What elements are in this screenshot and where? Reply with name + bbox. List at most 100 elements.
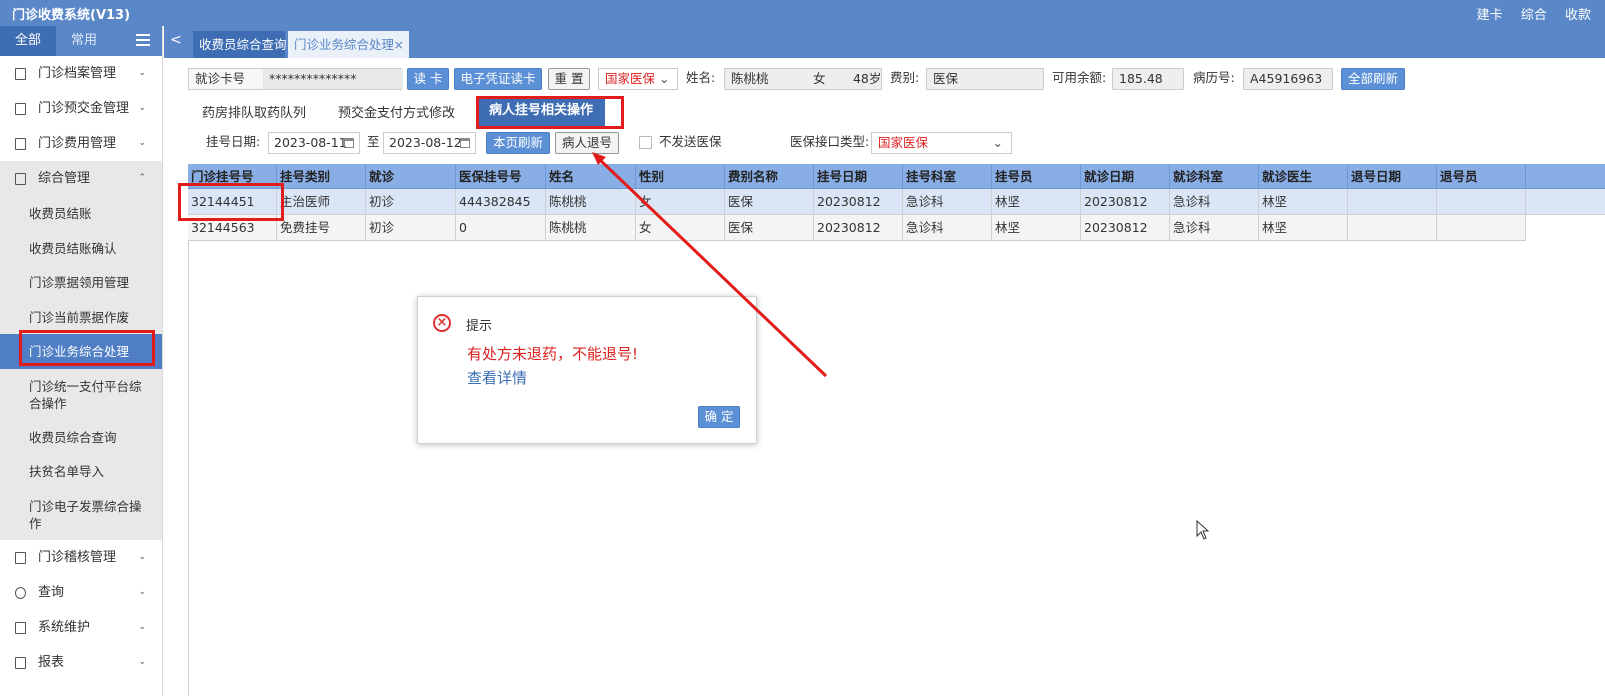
name-value: 陈桃桃: [731, 71, 769, 86]
tab-business-process[interactable]: 门诊业务综合处理 ×: [288, 31, 409, 58]
date-to-separator: 至: [367, 134, 380, 149]
sidebar-item-poverty-import[interactable]: 扶贫名单导入: [0, 454, 162, 489]
header-filler: [1526, 164, 1605, 188]
sidebar-group-fees[interactable]: 门诊费用管理 ⌄: [0, 126, 162, 161]
subtab-pharmacy-queue[interactable]: 药房排队取药队列: [202, 102, 306, 121]
sidebar-group-audit[interactable]: 门诊稽核管理 ⌄: [0, 540, 162, 575]
chevron-down-icon: ⌄: [138, 68, 146, 78]
sidebar-group-prepay[interactable]: 门诊预交金管理 ⌄: [0, 91, 162, 126]
document-icon: [15, 173, 26, 185]
sidebar-group-label: 报表: [38, 654, 65, 670]
header-registrar[interactable]: 挂号员: [992, 164, 1081, 188]
card-number-field[interactable]: 就诊卡号 **************: [188, 68, 403, 90]
sidebar-group-label: 综合管理: [38, 171, 91, 186]
ok-button[interactable]: 确 定: [698, 406, 740, 428]
date-from-input[interactable]: 2023-08-11: [268, 132, 360, 154]
cell-doctor: 林坚: [1259, 189, 1348, 214]
sidebar-item-settle-confirm[interactable]: 收费员结账确认: [0, 231, 162, 266]
interface-type-value: 国家医保: [878, 135, 929, 150]
tab-back-icon[interactable]: <: [170, 32, 182, 48]
reset-button[interactable]: 重 置: [548, 68, 590, 90]
error-circle-icon: ×: [433, 314, 451, 332]
cell-refund-date: [1348, 189, 1437, 214]
cell-gender: 女: [636, 189, 725, 214]
age-value: 48岁: [852, 71, 882, 86]
cell-reg-date: 20230812: [814, 189, 903, 214]
sidebar-group-maintenance[interactable]: 系统维护 ⌄: [0, 610, 162, 645]
sidebar-item-receipt-void[interactable]: 门诊当前票据作废: [0, 300, 162, 335]
cell-visit: 初诊: [366, 215, 456, 240]
sidebar-item-payment-platform[interactable]: 门诊统一支付平台综合操作: [0, 369, 162, 420]
sidebar-group-archive[interactable]: 门诊档案管理 ⌄: [0, 56, 162, 91]
alert-dialog: × 提示 有处方未退药，不能退号! 查看详情 确 定: [417, 296, 757, 444]
sidebar-group-reports[interactable]: 报表 ⌄: [0, 645, 162, 680]
cell-fee-name: 医保: [725, 215, 814, 240]
sidebar-tab-all[interactable]: 全部: [0, 26, 56, 56]
app-title: 门诊收费系统(V13): [12, 8, 131, 23]
tab-cashier-query[interactable]: 收费员综合查询: [193, 31, 287, 58]
sidebar-group-label: 系统维护: [38, 619, 91, 635]
date-label: 挂号日期:: [206, 134, 261, 149]
header-visit-dept[interactable]: 就诊科室: [1170, 164, 1259, 188]
gender-value: 女: [812, 71, 826, 86]
subtab-prepay-method[interactable]: 预交金支付方式修改: [338, 102, 455, 121]
header-visit-date[interactable]: 就诊日期: [1081, 164, 1170, 188]
top-link-overview[interactable]: 综合: [1521, 4, 1547, 23]
table-row[interactable]: 32144451 主治医师 初诊 444382845 陈桃桃 女 医保 2023…: [188, 189, 1605, 215]
file-icon: [15, 68, 26, 80]
sidebar-item-e-invoice[interactable]: 门诊电子发票综合操作: [0, 489, 162, 540]
record-label: 病历号:: [1193, 70, 1235, 85]
header-reg-number[interactable]: 门诊挂号号: [188, 164, 277, 188]
subtab-registration-ops[interactable]: 病人挂号相关操作: [477, 96, 605, 126]
menu-toggle-icon[interactable]: [136, 34, 150, 46]
e-card-button[interactable]: 电子凭证读卡: [454, 68, 542, 90]
cell-registrar: 林坚: [992, 189, 1081, 214]
no-send-insurance-label: 不发送医保: [659, 134, 722, 149]
cell-name: 陈桃桃: [546, 189, 636, 214]
top-link-create-card[interactable]: 建卡: [1477, 4, 1503, 23]
header-reg-type[interactable]: 挂号类别: [277, 164, 366, 188]
table-row[interactable]: 32144563 免费挂号 初诊 0 陈桃桃 女 医保 20230812 急诊科…: [188, 215, 1526, 241]
cell-visit-date: 20230812: [1081, 189, 1170, 214]
no-send-insurance-checkbox[interactable]: [639, 136, 652, 149]
header-name[interactable]: 姓名: [546, 164, 636, 188]
sidebar-group-general[interactable]: 综合管理 ⌃: [0, 161, 162, 196]
header-refund-date[interactable]: 退号日期: [1348, 164, 1437, 188]
refresh-all-button[interactable]: 全部刷新: [1341, 68, 1405, 90]
header-insurance-reg-number[interactable]: 医保挂号号: [456, 164, 546, 188]
sidebar-group-label: 门诊费用管理: [38, 136, 117, 151]
insurance-select[interactable]: 国家医保 ⌄: [598, 68, 678, 90]
sidebar-item-receipt-manage[interactable]: 门诊票据领用管理: [0, 265, 162, 300]
sidebar-item-cashier-query[interactable]: 收费员综合查询: [0, 420, 162, 455]
calendar-icon[interactable]: [460, 138, 470, 148]
header-reg-dept[interactable]: 挂号科室: [903, 164, 992, 188]
header-fee-name[interactable]: 费别名称: [725, 164, 814, 188]
tab-bar: < 收费员综合查询 门诊业务综合处理 ×: [164, 26, 1605, 58]
header-visit[interactable]: 就诊: [366, 164, 456, 188]
read-card-button[interactable]: 读 卡: [407, 68, 449, 90]
header-reg-date[interactable]: 挂号日期: [814, 164, 903, 188]
dialog-message: 有处方未退药，不能退号!: [467, 345, 639, 363]
close-icon[interactable]: ×: [394, 31, 404, 58]
cell-visit-dept: 急诊科: [1170, 215, 1259, 240]
header-gender[interactable]: 性别: [636, 164, 725, 188]
interface-type-select[interactable]: 国家医保 ⌄: [871, 132, 1012, 154]
chevron-up-icon: ⌃: [138, 173, 146, 183]
name-label: 姓名:: [686, 70, 716, 85]
sidebar-group-label: 门诊稽核管理: [38, 549, 117, 565]
sidebar-item-cashier-settle[interactable]: 收费员结账: [0, 196, 162, 231]
cell-reg-dept: 急诊科: [903, 215, 992, 240]
chevron-down-icon: ⌄: [138, 551, 146, 562]
refresh-page-button[interactable]: 本页刷新: [486, 132, 550, 154]
sidebar-group-query[interactable]: 查询 ⌄: [0, 575, 162, 610]
top-link-payment[interactable]: 收款: [1565, 4, 1591, 23]
top-links: 建卡 综合 收款: [1477, 4, 1605, 23]
calendar-icon[interactable]: [344, 138, 354, 148]
header-doctor[interactable]: 就诊医生: [1259, 164, 1348, 188]
refund-registration-button[interactable]: 病人退号: [555, 132, 619, 154]
view-details-link[interactable]: 查看详情: [467, 367, 527, 388]
header-refund-operator[interactable]: 退号员: [1437, 164, 1526, 188]
sidebar-item-business-process[interactable]: 门诊业务综合处理: [0, 334, 162, 369]
sidebar-tab-common[interactable]: 常用: [60, 26, 108, 56]
date-to-input[interactable]: 2023-08-12: [383, 132, 476, 154]
